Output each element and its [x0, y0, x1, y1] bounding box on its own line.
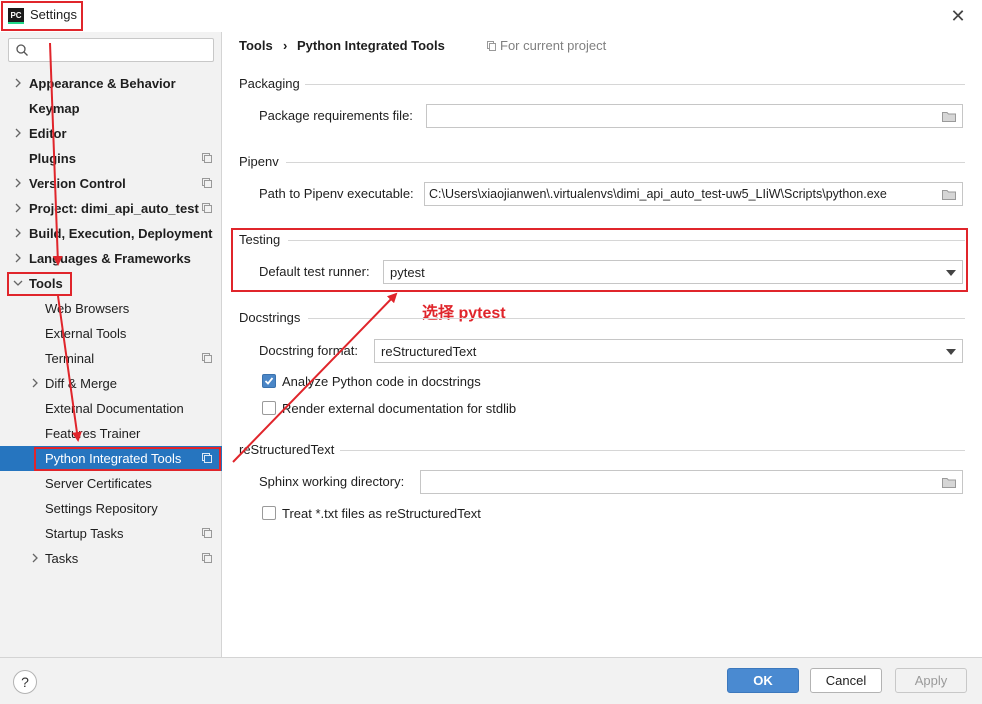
- package-requirements-label: Package requirements file:: [259, 108, 413, 123]
- ok-button[interactable]: OK: [727, 668, 799, 693]
- render-external-docs-checkbox[interactable]: [262, 401, 276, 415]
- sidebar-item-plugins[interactable]: Plugins: [0, 146, 222, 171]
- chevron-right-icon: [32, 378, 38, 388]
- sidebar-item-terminal[interactable]: Terminal: [0, 346, 222, 371]
- sidebar-item-label: External Documentation: [45, 401, 184, 416]
- section-divider: [308, 318, 965, 319]
- docstring-format-dropdown[interactable]: reStructuredText: [374, 339, 963, 363]
- folder-icon[interactable]: [942, 477, 956, 488]
- python-tools-highlight-box: [34, 447, 221, 471]
- sidebar-item-appearance-behavior[interactable]: Appearance & Behavior: [0, 71, 222, 96]
- section-divider: [340, 450, 965, 451]
- sidebar-item-build-execution-deployment[interactable]: Build, Execution, Deployment: [0, 221, 222, 246]
- apply-button[interactable]: Apply: [895, 668, 967, 693]
- section-divider: [286, 162, 965, 163]
- help-button[interactable]: ?: [13, 670, 37, 694]
- close-icon[interactable]: ✕: [948, 6, 968, 26]
- sidebar-item-external-tools[interactable]: External Tools: [0, 321, 222, 346]
- sidebar-item-label: Web Browsers: [45, 301, 130, 316]
- sidebar-item-label: Plugins: [29, 151, 76, 166]
- sidebar-item-label: Startup Tasks: [45, 526, 124, 541]
- sidebar-item-keymap[interactable]: Keymap: [0, 96, 222, 121]
- title-bar: [0, 0, 982, 32]
- cancel-button[interactable]: Cancel: [810, 668, 882, 693]
- project-settings-icon: [202, 178, 212, 188]
- chevron-right-icon: [15, 178, 21, 188]
- title-highlight-box: [1, 1, 83, 31]
- sidebar-item-settings-repository[interactable]: Settings Repository: [0, 496, 222, 521]
- analyze-docstrings-label[interactable]: Analyze Python code in docstrings: [282, 374, 481, 389]
- section-title-restructuredtext: reStructuredText: [239, 442, 335, 457]
- sidebar-item-project[interactable]: Project: dimi_api_auto_test: [0, 196, 222, 221]
- sidebar-item-label: Project: dimi_api_auto_test: [29, 201, 199, 216]
- dropdown-arrow-icon: [946, 349, 956, 355]
- treat-txt-checkbox[interactable]: [262, 506, 276, 520]
- docstring-format-label: Docstring format:: [259, 343, 358, 358]
- sidebar-item-label: Editor: [29, 126, 67, 141]
- sidebar-item-label: External Tools: [45, 326, 127, 341]
- section-title-pipenv: Pipenv: [239, 154, 279, 169]
- sidebar-item-features-trainer[interactable]: Features Trainer: [0, 421, 222, 446]
- folder-icon[interactable]: [942, 189, 956, 200]
- pipenv-path-label: Path to Pipenv executable:: [259, 186, 414, 201]
- breadcrumb-parent[interactable]: Tools: [239, 38, 273, 53]
- sidebar-item-label: Terminal: [45, 351, 95, 366]
- sidebar-item-label: Keymap: [29, 101, 80, 116]
- treat-txt-label[interactable]: Treat *.txt files as reStructuredText: [282, 506, 481, 521]
- sidebar-item-label: Server Certificates: [45, 476, 152, 491]
- annotation-text: 选择 pytest: [422, 305, 506, 322]
- chevron-right-icon: [15, 78, 21, 88]
- chevron-right-icon: [15, 228, 21, 238]
- sphinx-directory-field[interactable]: [420, 470, 963, 494]
- project-scope-icon: [487, 41, 496, 51]
- project-settings-icon: [202, 153, 212, 163]
- chevron-right-icon: [15, 128, 21, 138]
- sidebar-item-web-browsers[interactable]: Web Browsers: [0, 296, 222, 321]
- sidebar-item-server-certificates[interactable]: Server Certificates: [0, 471, 222, 496]
- sphinx-directory-label: Sphinx working directory:: [259, 474, 405, 489]
- sidebar-item-external-documentation[interactable]: External Documentation: [0, 396, 222, 421]
- sidebar-item-label: Diff & Merge: [45, 376, 118, 391]
- folder-icon[interactable]: [942, 111, 956, 122]
- testing-highlight-box: [231, 228, 968, 292]
- sidebar-item-tasks[interactable]: Tasks: [0, 546, 222, 571]
- sidebar-item-version-control[interactable]: Version Control: [0, 171, 222, 196]
- search-input[interactable]: [8, 38, 214, 62]
- package-requirements-field[interactable]: [426, 104, 963, 128]
- breadcrumb-separator: ›: [283, 38, 288, 53]
- scope-label: For current project: [500, 38, 607, 53]
- project-settings-icon: [202, 353, 212, 363]
- project-settings-icon: [202, 528, 212, 538]
- checkmark-icon: [264, 377, 274, 385]
- render-external-docs-label[interactable]: Render external documentation for stdlib: [282, 401, 516, 416]
- section-divider: [305, 84, 965, 85]
- search-icon: [16, 44, 28, 56]
- sidebar-item-label: Languages & Frameworks: [29, 251, 191, 266]
- project-settings-icon: [202, 203, 212, 213]
- analyze-docstrings-checkbox[interactable]: [262, 374, 276, 388]
- sidebar-item-languages-frameworks[interactable]: Languages & Frameworks: [0, 246, 222, 271]
- sidebar-item-label: Tasks: [45, 551, 79, 566]
- sidebar-item-diff-merge[interactable]: Diff & Merge: [0, 371, 222, 396]
- chevron-right-icon: [15, 253, 21, 263]
- project-settings-icon: [202, 553, 212, 563]
- section-title-docstrings: Docstrings: [239, 310, 301, 325]
- sidebar-item-startup-tasks[interactable]: Startup Tasks: [0, 521, 222, 546]
- section-title-packaging: Packaging: [239, 76, 300, 91]
- chevron-right-icon: [15, 203, 21, 213]
- dropdown-value: reStructuredText: [381, 344, 477, 359]
- page-title: Python Integrated Tools: [297, 38, 445, 53]
- sidebar-item-label: Features Trainer: [45, 426, 141, 441]
- sidebar-item-label: Settings Repository: [45, 501, 158, 516]
- chevron-right-icon: [32, 553, 38, 563]
- sidebar-item-editor[interactable]: Editor: [0, 121, 222, 146]
- field-value: C:\Users\xiaojianwen\.virtualenvs\dimi_a…: [429, 187, 887, 201]
- tools-highlight-box: [7, 272, 72, 296]
- sidebar-item-label: Appearance & Behavior: [29, 76, 176, 91]
- sidebar-item-label: Version Control: [29, 176, 126, 191]
- pipenv-path-field[interactable]: C:\Users\xiaojianwen\.virtualenvs\dimi_a…: [424, 182, 963, 206]
- sidebar-item-label: Build, Execution, Deployment: [29, 226, 213, 241]
